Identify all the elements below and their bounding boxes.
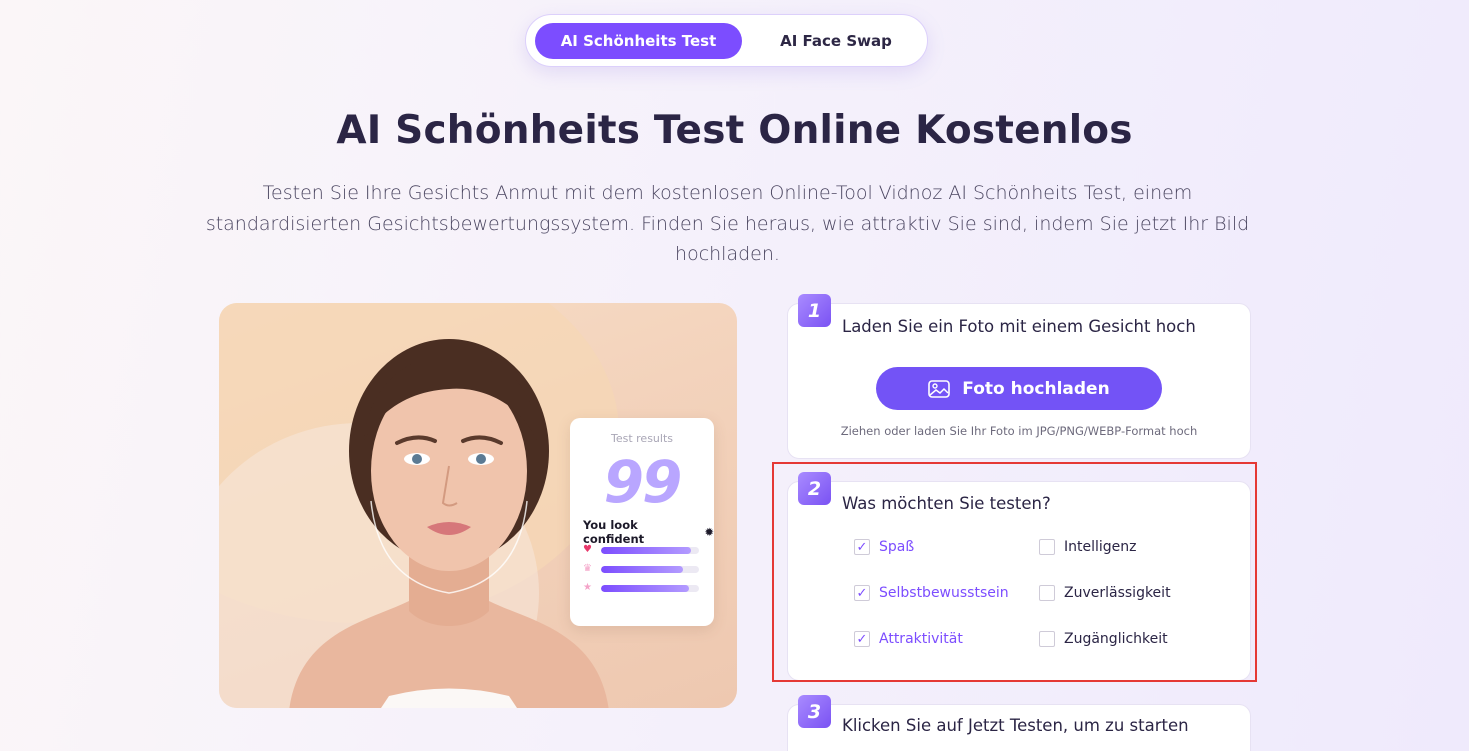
test-results-card: Test results 99 You look confident ✹ ♥ ♛… bbox=[570, 418, 714, 626]
image-icon bbox=[928, 379, 951, 398]
upload-photo-button[interactable]: Foto hochladen bbox=[876, 367, 1162, 410]
step-number-badge: 3 bbox=[798, 695, 831, 728]
result-bar-fill bbox=[601, 584, 690, 592]
highlight-frame bbox=[772, 462, 1257, 682]
test-results-score: 99 bbox=[603, 448, 683, 516]
result-bar-fill bbox=[601, 565, 684, 573]
result-bar-track bbox=[601, 584, 699, 592]
heart-icon: ♥ bbox=[583, 544, 592, 555]
confidence-label: You look confident bbox=[583, 518, 645, 546]
upload-format-hint: Ziehen oder laden Sie Ihr Foto im JPG/PN… bbox=[840, 424, 1198, 438]
test-results-label: Test results bbox=[610, 432, 673, 445]
confidence-text: You look confident ✹ bbox=[583, 518, 714, 546]
step-1-card: 1 Laden Sie ein Foto mit einem Gesicht h… bbox=[787, 294, 1251, 459]
tab-ai-schoenheits-test[interactable]: AI Schönheits Test bbox=[535, 23, 742, 59]
result-bar-track bbox=[601, 565, 699, 573]
mode-tab-switcher: AI Schönheits Test AI Face Swap bbox=[525, 14, 928, 67]
page-subtitle: Testen Sie Ihre Gesichts Anmut mit dem k… bbox=[205, 182, 1250, 265]
crown-icon: ♛ bbox=[583, 563, 592, 574]
result-bar-row: ★ bbox=[583, 583, 699, 593]
star-icon: ★ bbox=[583, 582, 592, 593]
result-bar-fill bbox=[601, 546, 692, 554]
woman-portrait-illustration bbox=[289, 339, 609, 708]
result-bar-track bbox=[601, 546, 699, 554]
sparkle-icon: ✹ bbox=[704, 525, 714, 539]
tab-ai-face-swap[interactable]: AI Face Swap bbox=[756, 23, 916, 59]
step-3-card: 3 Klicken Sie auf Jetzt Testen, um zu st… bbox=[787, 695, 1251, 751]
hero-image: Test results 99 You look confident ✹ ♥ ♛… bbox=[219, 303, 737, 708]
page-title: AI Schönheits Test Online Kostenlos bbox=[336, 108, 1133, 153]
step-number-badge: 1 bbox=[798, 294, 831, 327]
step-title: Laden Sie ein Foto mit einem Gesicht hoc… bbox=[842, 317, 1196, 336]
result-bar-row: ♛ bbox=[583, 564, 699, 574]
step-title: Klicken Sie auf Jetzt Testen, um zu star… bbox=[842, 716, 1189, 735]
upload-photo-label: Foto hochladen bbox=[962, 378, 1110, 399]
result-bar-row: ♥ bbox=[583, 545, 699, 555]
